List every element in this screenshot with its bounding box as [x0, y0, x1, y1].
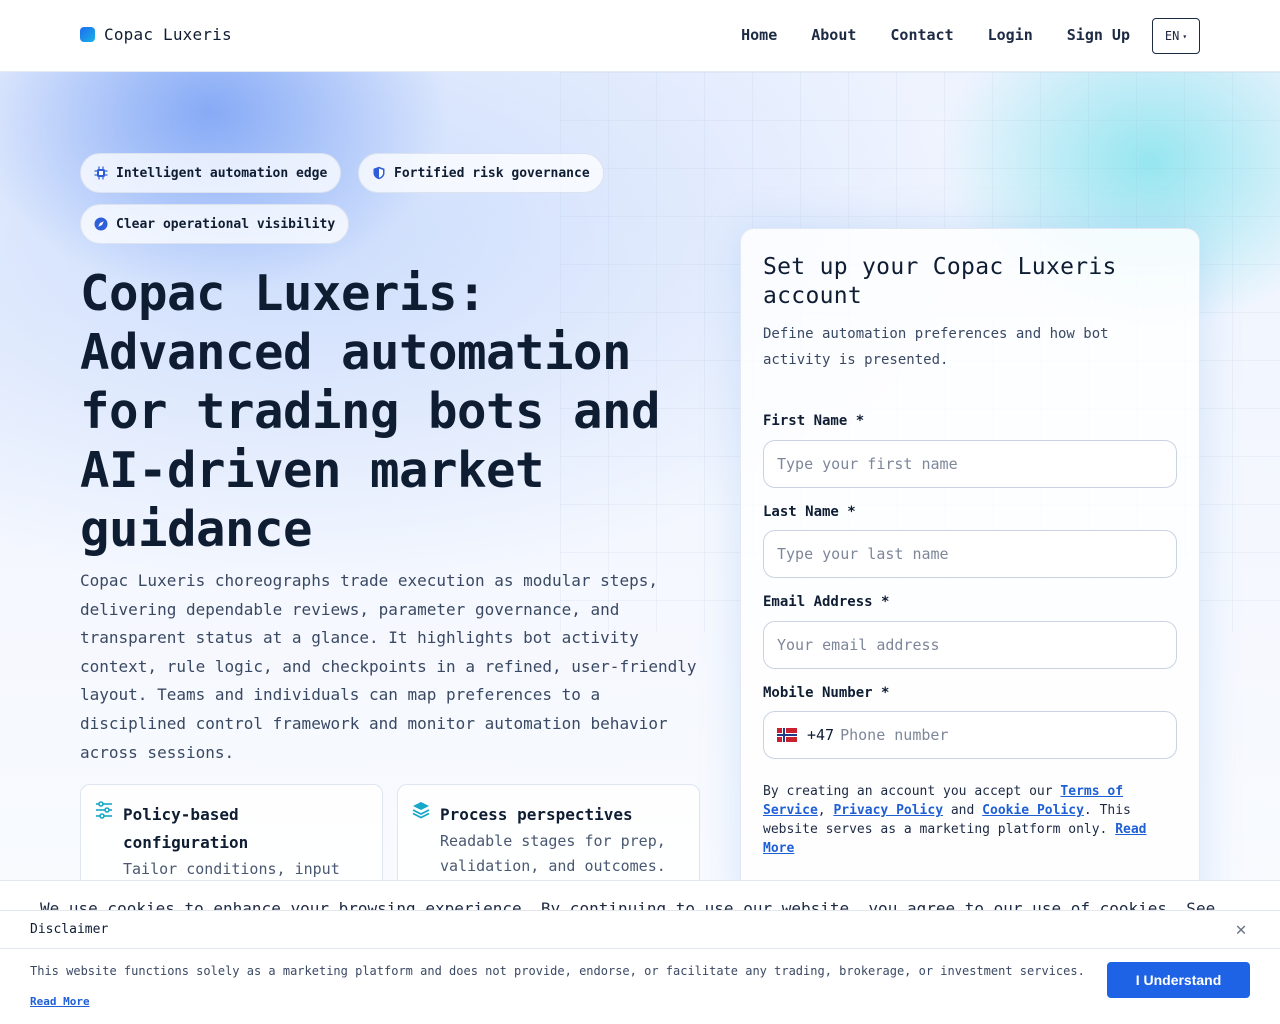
disclaimer-title: Disclaimer — [30, 922, 109, 937]
feature-title: Process perspectives — [440, 805, 633, 824]
nav-signup-link[interactable]: Sign Up — [1067, 26, 1130, 44]
terms-sep: and — [943, 803, 983, 818]
nav-login-link[interactable]: Login — [988, 26, 1033, 44]
nav-contact-link[interactable]: Contact — [890, 26, 953, 44]
sliders-icon — [95, 801, 113, 819]
nav-about-link[interactable]: About — [811, 26, 856, 44]
last-name-field — [763, 530, 1177, 578]
top-navbar: Copac Luxeris Home About Contact Login S… — [0, 0, 1280, 72]
pill-risk: Fortified risk governance — [358, 153, 604, 193]
hero-description: Copac Luxeris choreographs trade executi… — [80, 571, 697, 762]
terms-prefix: By creating an account you accept our — [763, 784, 1061, 799]
mobile-field: +47 — [763, 711, 1177, 759]
language-code: EN — [1164, 29, 1180, 43]
first-name-label: First Name * — [763, 413, 865, 429]
disclaimer-banner: Disclaimer ✕ This website functions sole… — [0, 910, 1280, 1024]
first-name-input[interactable] — [777, 455, 1163, 473]
last-name-input[interactable] — [777, 545, 1163, 563]
norway-flag-icon[interactable] — [777, 728, 797, 742]
pill-visibility: Clear operational visibility — [80, 204, 350, 244]
last-name-label: Last Name * — [763, 504, 856, 520]
cookie-policy-link[interactable]: Cookie Policy — [982, 803, 1084, 818]
brand[interactable]: Copac Luxeris — [80, 25, 232, 44]
nav-links: Home About Contact Login Sign Up — [741, 26, 1130, 44]
phone-input[interactable] — [840, 726, 1163, 744]
form-subtitle: Define automation preferences and how bo… — [763, 326, 1109, 368]
cpu-icon — [94, 166, 108, 180]
layers-icon — [412, 801, 430, 819]
caret-down-icon: ▾ — [1182, 31, 1188, 41]
privacy-policy-link[interactable]: Privacy Policy — [833, 803, 943, 818]
compass-icon — [94, 217, 108, 231]
pill-label: Intelligent automation edge — [116, 165, 328, 181]
email-input[interactable] — [777, 636, 1163, 654]
terms-text: By creating an account you accept our Te… — [763, 782, 1177, 858]
feature-title: Policy-based configuration — [123, 805, 249, 852]
cookie-text: We use cookies to enhance your browsing … — [40, 899, 1216, 910]
understand-button[interactable]: I Understand — [1107, 962, 1250, 998]
disclaimer-text: This website functions solely as a marke… — [30, 964, 1085, 978]
disclaimer-read-more-link[interactable]: Read More — [30, 995, 90, 1008]
cookie-banner: We use cookies to enhance your browsing … — [0, 880, 1280, 910]
brand-logo-icon — [80, 27, 95, 42]
terms-sep: , — [817, 803, 834, 818]
brand-name: Copac Luxeris — [104, 25, 232, 44]
language-selector[interactable]: EN ▾ — [1152, 18, 1200, 54]
feature-text: Readable stages for prep, validation, an… — [440, 832, 666, 875]
nav-home-link[interactable]: Home — [741, 26, 777, 44]
pill-label: Clear operational visibility — [116, 216, 336, 232]
mobile-label: Mobile Number * — [763, 685, 890, 701]
hero-title: Copac Luxeris: Advanced automation for t… — [80, 265, 661, 558]
dial-code: +47 — [807, 726, 835, 744]
form-title: Set up your Copac Luxeris account — [763, 254, 1117, 309]
email-label: Email Address * — [763, 594, 890, 610]
pill-label: Fortified risk governance — [394, 165, 590, 181]
close-icon[interactable]: ✕ — [1232, 919, 1250, 940]
disclaimer-header: Disclaimer ✕ — [0, 911, 1280, 949]
email-field — [763, 621, 1177, 669]
signup-form-card: Set up your Copac Luxeris account Define… — [740, 228, 1200, 968]
feature-text: Tailor conditions, input — [123, 860, 340, 878]
shield-icon — [372, 166, 386, 180]
pill-automation: Intelligent automation edge — [80, 153, 342, 193]
first-name-field — [763, 440, 1177, 488]
